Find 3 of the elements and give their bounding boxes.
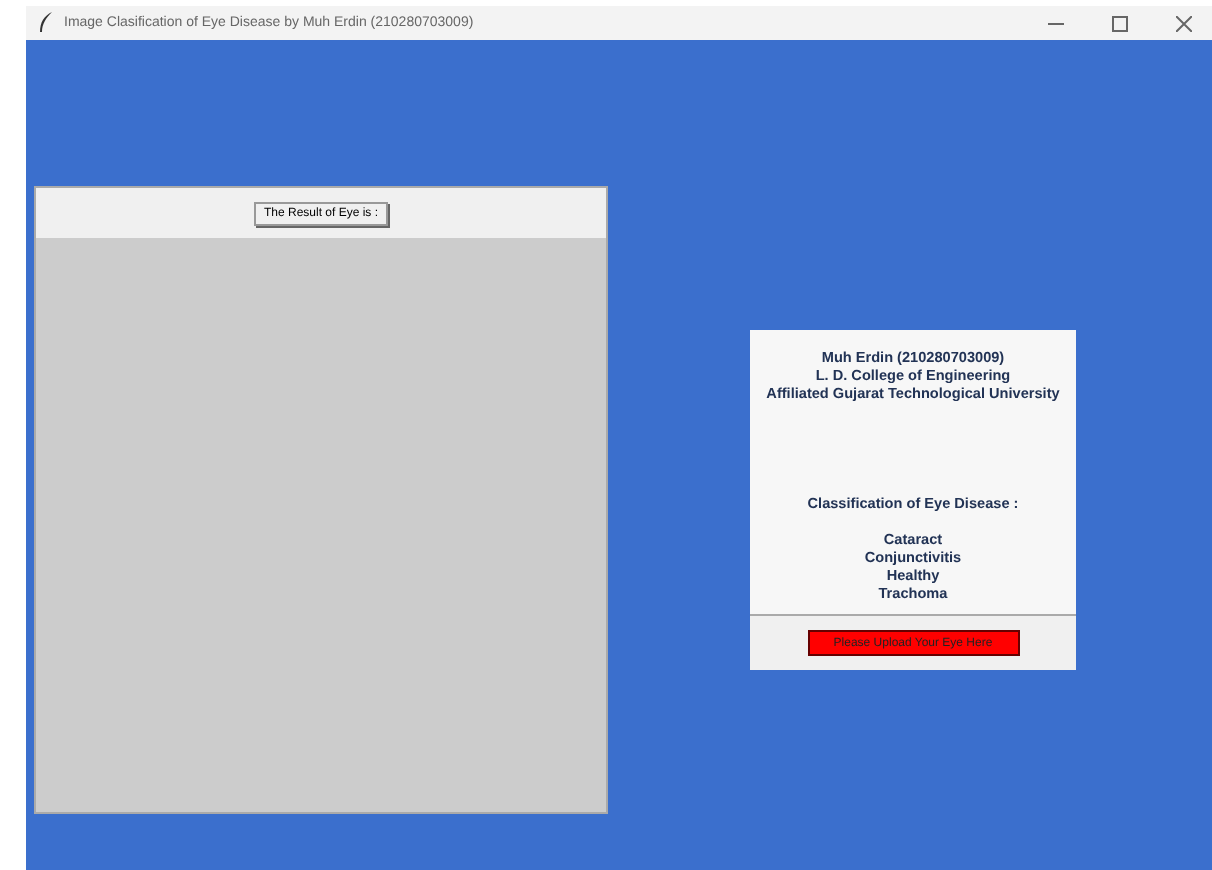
maximize-icon[interactable] xyxy=(1112,15,1128,31)
close-icon[interactable] xyxy=(1176,15,1192,31)
feather-icon xyxy=(38,12,54,34)
